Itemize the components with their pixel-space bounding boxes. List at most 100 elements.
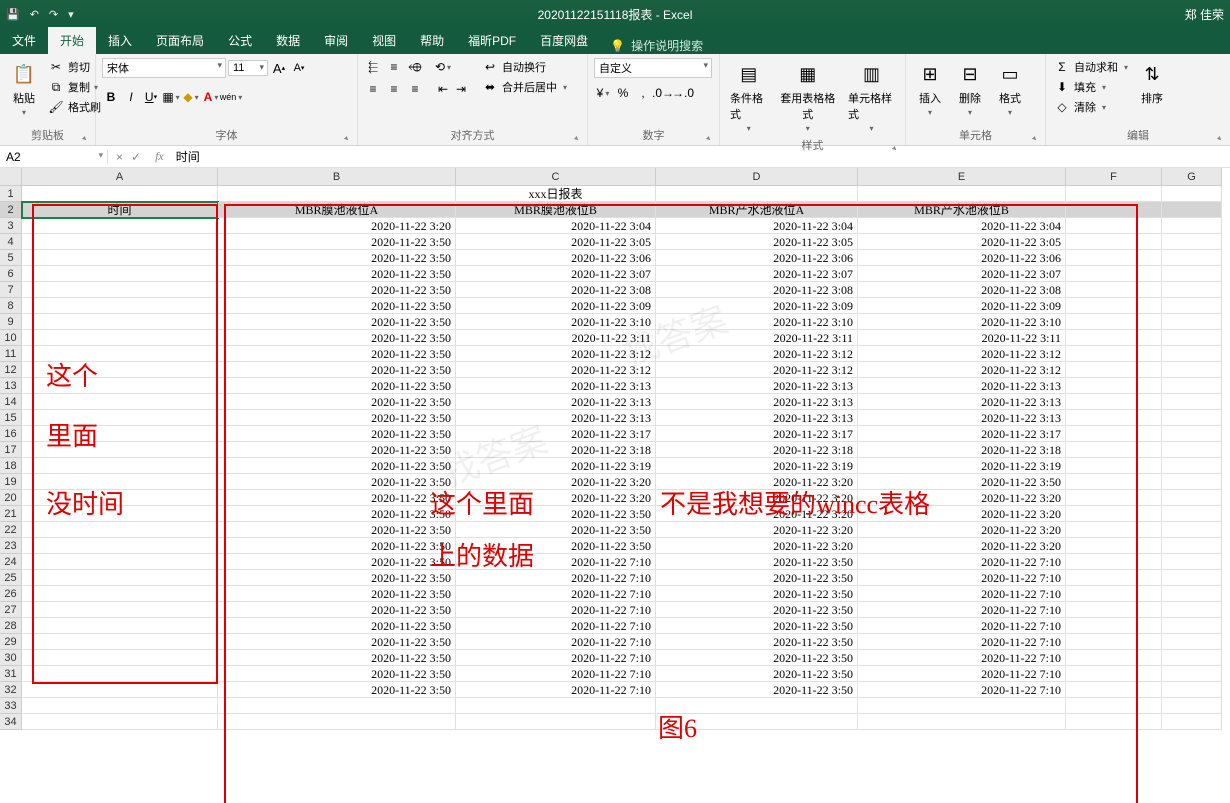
cell-E4[interactable]: 2020-11-22 3:05 bbox=[858, 234, 1066, 250]
cell-E28[interactable]: 2020-11-22 7:10 bbox=[858, 618, 1066, 634]
cell-F17[interactable] bbox=[1066, 442, 1162, 458]
column-header-A[interactable]: A bbox=[22, 168, 218, 186]
cell-G29[interactable] bbox=[1162, 634, 1222, 650]
cell-F16[interactable] bbox=[1066, 426, 1162, 442]
cell-A34[interactable] bbox=[22, 714, 218, 730]
cell-B21[interactable]: 2020-11-22 3:50 bbox=[218, 506, 456, 522]
row-header-12[interactable]: 12 bbox=[0, 362, 22, 378]
clear-button[interactable]: ◇清除 bbox=[1052, 98, 1130, 116]
row-header-1[interactable]: 1 bbox=[0, 186, 22, 202]
cell-F14[interactable] bbox=[1066, 394, 1162, 410]
cell-C28[interactable]: 2020-11-22 7:10 bbox=[456, 618, 656, 634]
cell-A9[interactable] bbox=[22, 314, 218, 330]
cell-G1[interactable] bbox=[1162, 186, 1222, 202]
copy-button[interactable]: ⧉复制▾ bbox=[46, 78, 103, 96]
cell-C26[interactable]: 2020-11-22 7:10 bbox=[456, 586, 656, 602]
tab-插入[interactable]: 插入 bbox=[96, 27, 144, 54]
cell-C2[interactable]: MBR膜池液位B bbox=[456, 202, 656, 218]
row-header-11[interactable]: 11 bbox=[0, 346, 22, 362]
cell-C19[interactable]: 2020-11-22 3:20 bbox=[456, 474, 656, 490]
cell-F21[interactable] bbox=[1066, 506, 1162, 522]
cell-F5[interactable] bbox=[1066, 250, 1162, 266]
cell-A19[interactable] bbox=[22, 474, 218, 490]
align-top-button[interactable]: ⬱ bbox=[364, 58, 382, 76]
row-header-3[interactable]: 3 bbox=[0, 218, 22, 234]
cell-E22[interactable]: 2020-11-22 3:20 bbox=[858, 522, 1066, 538]
row-header-31[interactable]: 31 bbox=[0, 666, 22, 682]
cell-B14[interactable]: 2020-11-22 3:50 bbox=[218, 394, 456, 410]
cell-B9[interactable]: 2020-11-22 3:50 bbox=[218, 314, 456, 330]
cell-D4[interactable]: 2020-11-22 3:05 bbox=[656, 234, 858, 250]
cell-A12[interactable] bbox=[22, 362, 218, 378]
cell-C21[interactable]: 2020-11-22 3:50 bbox=[456, 506, 656, 522]
decrease-indent-button[interactable]: ⇤ bbox=[434, 80, 452, 98]
number-format-combo[interactable]: 自定义 bbox=[594, 58, 712, 78]
cell-A20[interactable] bbox=[22, 490, 218, 506]
cell-G17[interactable] bbox=[1162, 442, 1222, 458]
tab-页面布局[interactable]: 页面布局 bbox=[144, 27, 216, 54]
cell-F15[interactable] bbox=[1066, 410, 1162, 426]
cell-D19[interactable]: 2020-11-22 3:20 bbox=[656, 474, 858, 490]
row-header-15[interactable]: 15 bbox=[0, 410, 22, 426]
cell-C11[interactable]: 2020-11-22 3:12 bbox=[456, 346, 656, 362]
cell-D3[interactable]: 2020-11-22 3:04 bbox=[656, 218, 858, 234]
cell-A33[interactable] bbox=[22, 698, 218, 714]
accounting-format-button[interactable]: ¥ bbox=[594, 84, 612, 102]
cell-F23[interactable] bbox=[1066, 538, 1162, 554]
cell-E18[interactable]: 2020-11-22 3:19 bbox=[858, 458, 1066, 474]
account-name[interactable]: 郑 佳荣 bbox=[1185, 6, 1224, 23]
cancel-formula-icon[interactable]: × bbox=[116, 150, 123, 164]
cell-D33[interactable] bbox=[656, 698, 858, 714]
cell-E14[interactable]: 2020-11-22 3:13 bbox=[858, 394, 1066, 410]
column-headers[interactable]: ABCDEFG bbox=[22, 168, 1222, 186]
cell-A23[interactable] bbox=[22, 538, 218, 554]
fx-icon[interactable]: fx bbox=[149, 149, 170, 164]
cell-F25[interactable] bbox=[1066, 570, 1162, 586]
cell-D27[interactable]: 2020-11-22 3:50 bbox=[656, 602, 858, 618]
cell-B32[interactable]: 2020-11-22 3:50 bbox=[218, 682, 456, 698]
formula-bar[interactable]: 时间 bbox=[170, 148, 1230, 165]
cell-B18[interactable]: 2020-11-22 3:50 bbox=[218, 458, 456, 474]
row-header-17[interactable]: 17 bbox=[0, 442, 22, 458]
cell-C31[interactable]: 2020-11-22 7:10 bbox=[456, 666, 656, 682]
row-header-10[interactable]: 10 bbox=[0, 330, 22, 346]
cell-G10[interactable] bbox=[1162, 330, 1222, 346]
cell-D12[interactable]: 2020-11-22 3:12 bbox=[656, 362, 858, 378]
cell-F11[interactable] bbox=[1066, 346, 1162, 362]
cell-E16[interactable]: 2020-11-22 3:17 bbox=[858, 426, 1066, 442]
tab-公式[interactable]: 公式 bbox=[216, 27, 264, 54]
cell-C12[interactable]: 2020-11-22 3:12 bbox=[456, 362, 656, 378]
tell-me-input[interactable]: 操作说明搜索 bbox=[631, 37, 703, 54]
cell-E30[interactable]: 2020-11-22 7:10 bbox=[858, 650, 1066, 666]
delete-cells-button[interactable]: ⊟删除▾ bbox=[952, 58, 988, 119]
increase-decimal-button[interactable]: .0→ bbox=[654, 84, 672, 102]
cell-B3[interactable]: 2020-11-22 3:20 bbox=[218, 218, 456, 234]
cell-G7[interactable] bbox=[1162, 282, 1222, 298]
cell-E6[interactable]: 2020-11-22 3:07 bbox=[858, 266, 1066, 282]
cell-C22[interactable]: 2020-11-22 3:50 bbox=[456, 522, 656, 538]
cell-E31[interactable]: 2020-11-22 7:10 bbox=[858, 666, 1066, 682]
merge-center-button[interactable]: ⬌合并后居中 bbox=[480, 78, 569, 96]
cell-G5[interactable] bbox=[1162, 250, 1222, 266]
cell-D22[interactable]: 2020-11-22 3:20 bbox=[656, 522, 858, 538]
decrease-decimal-button[interactable]: →.0 bbox=[674, 84, 692, 102]
cell-A2[interactable]: 时间 bbox=[22, 202, 218, 218]
cell-D21[interactable]: 2020-11-22 3:20 bbox=[656, 506, 858, 522]
cell-D6[interactable]: 2020-11-22 3:07 bbox=[656, 266, 858, 282]
cell-E20[interactable]: 2020-11-22 3:20 bbox=[858, 490, 1066, 506]
cells-area[interactable]: xxx日报表时间MBR膜池液位AMBR膜池液位BMBR产水池液位AMBR产水池液… bbox=[22, 186, 1222, 730]
cell-B13[interactable]: 2020-11-22 3:50 bbox=[218, 378, 456, 394]
comma-format-button[interactable]: , bbox=[634, 84, 652, 102]
row-header-9[interactable]: 9 bbox=[0, 314, 22, 330]
cell-G8[interactable] bbox=[1162, 298, 1222, 314]
row-header-25[interactable]: 25 bbox=[0, 570, 22, 586]
row-header-33[interactable]: 33 bbox=[0, 698, 22, 714]
cell-G3[interactable] bbox=[1162, 218, 1222, 234]
fill-color-button[interactable]: ◆ bbox=[182, 88, 200, 106]
underline-button[interactable]: U▾ bbox=[142, 88, 160, 106]
cell-G18[interactable] bbox=[1162, 458, 1222, 474]
row-header-24[interactable]: 24 bbox=[0, 554, 22, 570]
cell-G22[interactable] bbox=[1162, 522, 1222, 538]
save-icon[interactable]: 💾 bbox=[6, 8, 20, 21]
row-header-30[interactable]: 30 bbox=[0, 650, 22, 666]
